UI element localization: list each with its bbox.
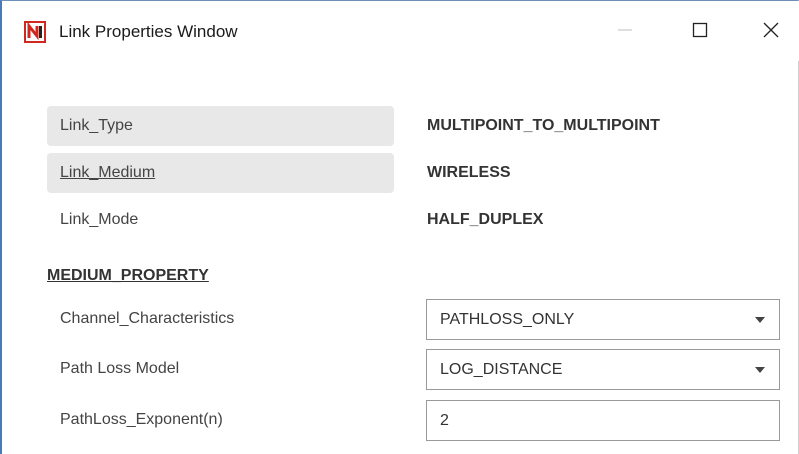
close-icon bbox=[763, 22, 779, 43]
title-bar[interactable]: Link Properties Window bbox=[2, 1, 799, 61]
close-button[interactable] bbox=[748, 15, 794, 49]
link-medium-row[interactable]: Link_Medium bbox=[47, 153, 394, 193]
channel-characteristics-value: PATHLOSS_ONLY bbox=[440, 310, 575, 328]
minimize-button[interactable] bbox=[602, 15, 648, 49]
maximize-icon bbox=[692, 22, 708, 43]
chevron-down-icon[interactable] bbox=[755, 367, 765, 373]
channel-characteristics-select[interactable]: PATHLOSS_ONLY bbox=[426, 299, 780, 340]
link-type-value: MULTIPOINT_TO_MULTIPOINT bbox=[427, 117, 660, 134]
chevron-down-icon[interactable] bbox=[755, 317, 765, 323]
maximize-button[interactable] bbox=[677, 15, 723, 49]
link-type-row[interactable]: Link_Type bbox=[47, 106, 394, 146]
app-logo-icon bbox=[24, 21, 46, 43]
window-title: Link Properties Window bbox=[59, 22, 238, 41]
link-mode-row[interactable]: Link_Mode bbox=[47, 200, 394, 240]
channel-characteristics-label: Channel_Characteristics bbox=[60, 310, 235, 327]
link-type-label: Link_Type bbox=[60, 117, 133, 134]
link-mode-label: Link_Mode bbox=[60, 211, 139, 228]
path-loss-model-value: LOG_DISTANCE bbox=[440, 360, 563, 378]
medium-property-header: MEDIUM_PROPERTY bbox=[47, 267, 209, 284]
pathloss-exponent-label: PathLoss_Exponent(n) bbox=[60, 411, 223, 428]
path-loss-model-select[interactable]: LOG_DISTANCE bbox=[426, 349, 780, 390]
pathloss-exponent-value: 2 bbox=[440, 411, 449, 429]
link-mode-value: HALF_DUPLEX bbox=[427, 211, 544, 228]
pathloss-exponent-input[interactable]: 2 bbox=[426, 400, 780, 441]
path-loss-model-label: Path Loss Model bbox=[60, 360, 180, 377]
link-medium-label[interactable]: Link_Medium bbox=[60, 164, 155, 182]
minimize-icon bbox=[617, 22, 633, 43]
link-medium-value: WIRELESS bbox=[427, 164, 511, 181]
link-properties-window: Link Properties Window Link_Type MULTIPO… bbox=[0, 0, 799, 454]
